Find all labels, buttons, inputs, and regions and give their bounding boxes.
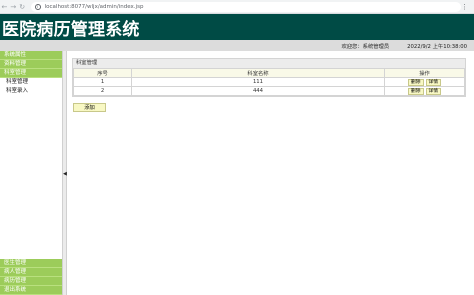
sidebar-item-logout[interactable]: 退出系统 — [0, 286, 62, 295]
sidebar-subitem-department-add[interactable]: 科室录入 — [0, 87, 62, 96]
sidebar-item-record-management[interactable]: 病历管理 — [0, 277, 62, 286]
current-user: 系统管理员 — [362, 43, 390, 50]
browser-menu-icon[interactable]: ⋮ — [461, 3, 468, 11]
row-department-name: 444 — [131, 86, 385, 96]
column-header-name: 科室名称 — [131, 68, 385, 78]
back-arrow-icon[interactable]: ← — [0, 1, 9, 13]
app-title: 医院病历管理系统 — [2, 19, 140, 40]
row-department-name: 111 — [131, 77, 385, 87]
panel-title: 科室管理 — [73, 59, 465, 68]
table-row: 1 111 删除 详情 — [73, 77, 465, 87]
delete-button[interactable]: 删除 — [407, 78, 424, 86]
sidebar-bottom-group: 医生管理 病人管理 病历管理 退出系统 — [0, 259, 62, 295]
department-panel: 科室管理 序号 科室名称 操作 1 111 删除 详情 2 444 删除 详情 — [72, 58, 466, 97]
sidebar-item-department-management[interactable]: 科室管理 — [0, 69, 62, 78]
status-bar: 欢迎您： 系统管理员 2022/9/2 上午10:38:00 — [0, 40, 474, 51]
row-index: 1 — [73, 77, 132, 87]
add-department-button[interactable]: 添加 — [73, 103, 106, 112]
column-header-index: 序号 — [73, 68, 132, 78]
sidebar-item-patient-management[interactable]: 病人管理 — [0, 268, 62, 277]
sidebar-subitem-department-list[interactable]: 科室管理 — [0, 78, 62, 87]
sidebar-item-system-properties[interactable]: 系统属性 — [0, 51, 62, 60]
reload-icon[interactable]: ↻ — [18, 1, 27, 13]
row-index: 2 — [73, 86, 132, 96]
sidebar-item-data-management[interactable]: 资料管理 — [0, 60, 62, 69]
sidebar: 系统属性 资料管理 科室管理 科室管理 科室录入 医生管理 病人管理 病历管理 … — [0, 51, 62, 295]
detail-button[interactable]: 详情 — [425, 87, 442, 95]
welcome-text: 欢迎您： — [341, 43, 363, 50]
column-header-actions: 操作 — [384, 68, 465, 78]
main-content: 科室管理 序号 科室名称 操作 1 111 删除 详情 2 444 删除 详情 … — [67, 51, 474, 295]
table-header-row: 序号 科室名称 操作 — [73, 68, 465, 78]
browser-toolbar: ← → ↻ i localhost:8077/wljx/admin/index.… — [0, 0, 474, 14]
table-row: 2 444 删除 详情 — [73, 86, 465, 96]
sidebar-item-doctor-management[interactable]: 医生管理 — [0, 259, 62, 268]
forward-arrow-icon[interactable]: → — [9, 1, 18, 13]
address-bar[interactable]: i localhost:8077/wljx/admin/index.jsp — [30, 1, 461, 12]
delete-button[interactable]: 删除 — [407, 87, 424, 95]
row-actions: 删除 详情 — [384, 86, 465, 96]
site-info-icon[interactable]: i — [34, 3, 41, 10]
row-actions: 删除 详情 — [384, 77, 465, 87]
app-header: 医院病历管理系统 — [0, 14, 474, 40]
detail-button[interactable]: 详情 — [425, 78, 442, 86]
url-text: localhost:8077/wljx/admin/index.jsp — [44, 3, 144, 10]
current-datetime: 2022/9/2 上午10:38:00 — [407, 43, 467, 50]
department-table: 序号 科室名称 操作 1 111 删除 详情 2 444 删除 详情 — [73, 68, 465, 96]
